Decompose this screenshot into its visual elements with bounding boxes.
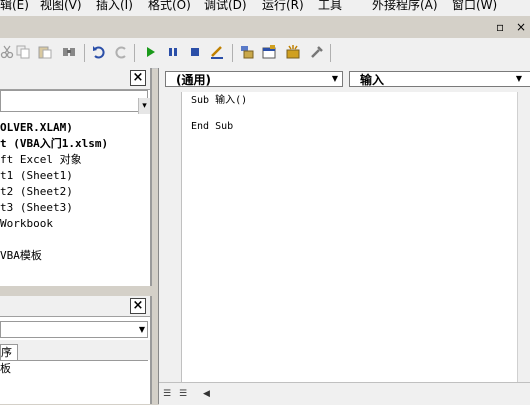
paste-icon[interactable] — [38, 45, 52, 59]
toolbar-separator — [84, 44, 85, 62]
properties-pane: × ▼ 序 板 — [0, 296, 152, 404]
standard-toolbar: ? — [0, 38, 530, 99]
close-icon[interactable]: × — [130, 70, 146, 86]
menu-format[interactable]: 格式(O) — [148, 0, 191, 13]
tab-categorized[interactable]: 序 — [0, 344, 18, 361]
restore-window-icon[interactable]: ▫ — [496, 20, 504, 34]
scroll-left-icon[interactable]: ◀ — [203, 389, 210, 399]
menu-addins[interactable]: 外接程序(A) — [372, 0, 438, 13]
property-row[interactable]: 板 — [0, 360, 148, 377]
chevron-down-icon: ▼ — [331, 74, 339, 83]
redo-icon[interactable] — [114, 45, 128, 59]
copy-icon[interactable] — [16, 45, 30, 59]
code-window-header: (通用) ▼ 输入 ▼ — [159, 68, 530, 92]
find-icon[interactable] — [62, 45, 76, 59]
object-browser-icon[interactable] — [286, 45, 300, 59]
stop-icon[interactable] — [188, 45, 202, 59]
menu-tools[interactable]: 工具 — [318, 0, 342, 13]
menu-edit[interactable]: 辑(E) — [0, 0, 29, 13]
chevron-down-icon: ▼ — [138, 325, 145, 334]
vertical-scrollbar[interactable] — [517, 92, 530, 382]
tree-item[interactable]: Workbook — [0, 217, 53, 231]
close-window-icon[interactable]: × — [516, 20, 526, 34]
toolbar-separator — [134, 44, 135, 62]
project-explorer-icon[interactable] — [240, 45, 254, 59]
tree-item[interactable]: OLVER.XLAM) — [0, 121, 73, 135]
tree-item[interactable]: VBA模板 — [0, 249, 42, 263]
project-explorer-pane: × ▾ OLVER.XLAM) t (VBA入门1.xlsm) ft Excel… — [0, 68, 152, 286]
object-combo-value: (通用) — [176, 73, 211, 87]
procedure-combo[interactable]: 输入 ▼ — [349, 71, 530, 87]
menu-view[interactable]: 视图(V) — [40, 0, 82, 13]
object-selector-combo[interactable]: ▼ — [0, 321, 148, 338]
toolbar-separator — [232, 44, 233, 62]
tree-item[interactable]: t2 (Sheet2) — [0, 185, 73, 199]
full-module-view-icon[interactable]: ☰ — [179, 389, 187, 399]
menu-debug[interactable]: 调试(D) — [204, 0, 247, 13]
project-toolbar — [0, 90, 148, 112]
margin-indicator-bar[interactable] — [159, 92, 182, 382]
undo-icon[interactable] — [92, 45, 106, 59]
menu-run[interactable]: 运行(R) — [262, 0, 304, 13]
pause-icon[interactable] — [166, 45, 180, 59]
menu-bar: 辑(E) 视图(V) 插入(I) 格式(O) 调试(D) 运行(R) 工具 外接… — [0, 0, 530, 16]
project-pane-titlebar: × — [0, 68, 150, 90]
properties-tabs — [0, 340, 150, 360]
properties-icon[interactable] — [262, 45, 276, 59]
pane-splitter[interactable] — [0, 286, 158, 296]
tree-item[interactable]: ft Excel 对象 — [0, 153, 82, 167]
cut-icon[interactable] — [0, 45, 14, 59]
object-combo[interactable]: (通用) ▼ — [165, 71, 343, 87]
menu-insert[interactable]: 插入(I) — [96, 0, 133, 13]
close-icon[interactable]: × — [130, 298, 146, 314]
code-line[interactable]: Sub 输入() — [191, 94, 247, 108]
properties-pane-titlebar: × — [0, 296, 150, 317]
code-line[interactable]: End Sub — [191, 120, 233, 134]
design-mode-icon[interactable] — [210, 45, 224, 59]
window-controls: ▫ × — [496, 20, 526, 34]
procedure-combo-value: 输入 — [360, 73, 385, 87]
procedure-view-icon[interactable]: ☰ — [163, 389, 171, 399]
scrollbar-arrow-icon[interactable]: ▾ — [138, 98, 150, 114]
tree-item[interactable]: t3 (Sheet3) — [0, 201, 73, 215]
tree-item[interactable]: t (VBA入门1.xlsm) — [0, 137, 108, 151]
menu-window[interactable]: 窗口(W) — [452, 0, 497, 13]
toolbox-icon[interactable] — [310, 45, 324, 59]
code-window-bottom-bar: ☰ ☰ ◀ — [159, 382, 530, 405]
code-window: (通用) ▼ 输入 ▼ Sub 输入() End Sub ☰ ☰ ◀ — [158, 68, 530, 405]
chevron-down-icon: ▼ — [515, 74, 523, 83]
toolbar-separator — [330, 44, 331, 62]
tree-item[interactable]: t1 (Sheet1) — [0, 169, 73, 183]
run-icon[interactable] — [144, 45, 158, 59]
